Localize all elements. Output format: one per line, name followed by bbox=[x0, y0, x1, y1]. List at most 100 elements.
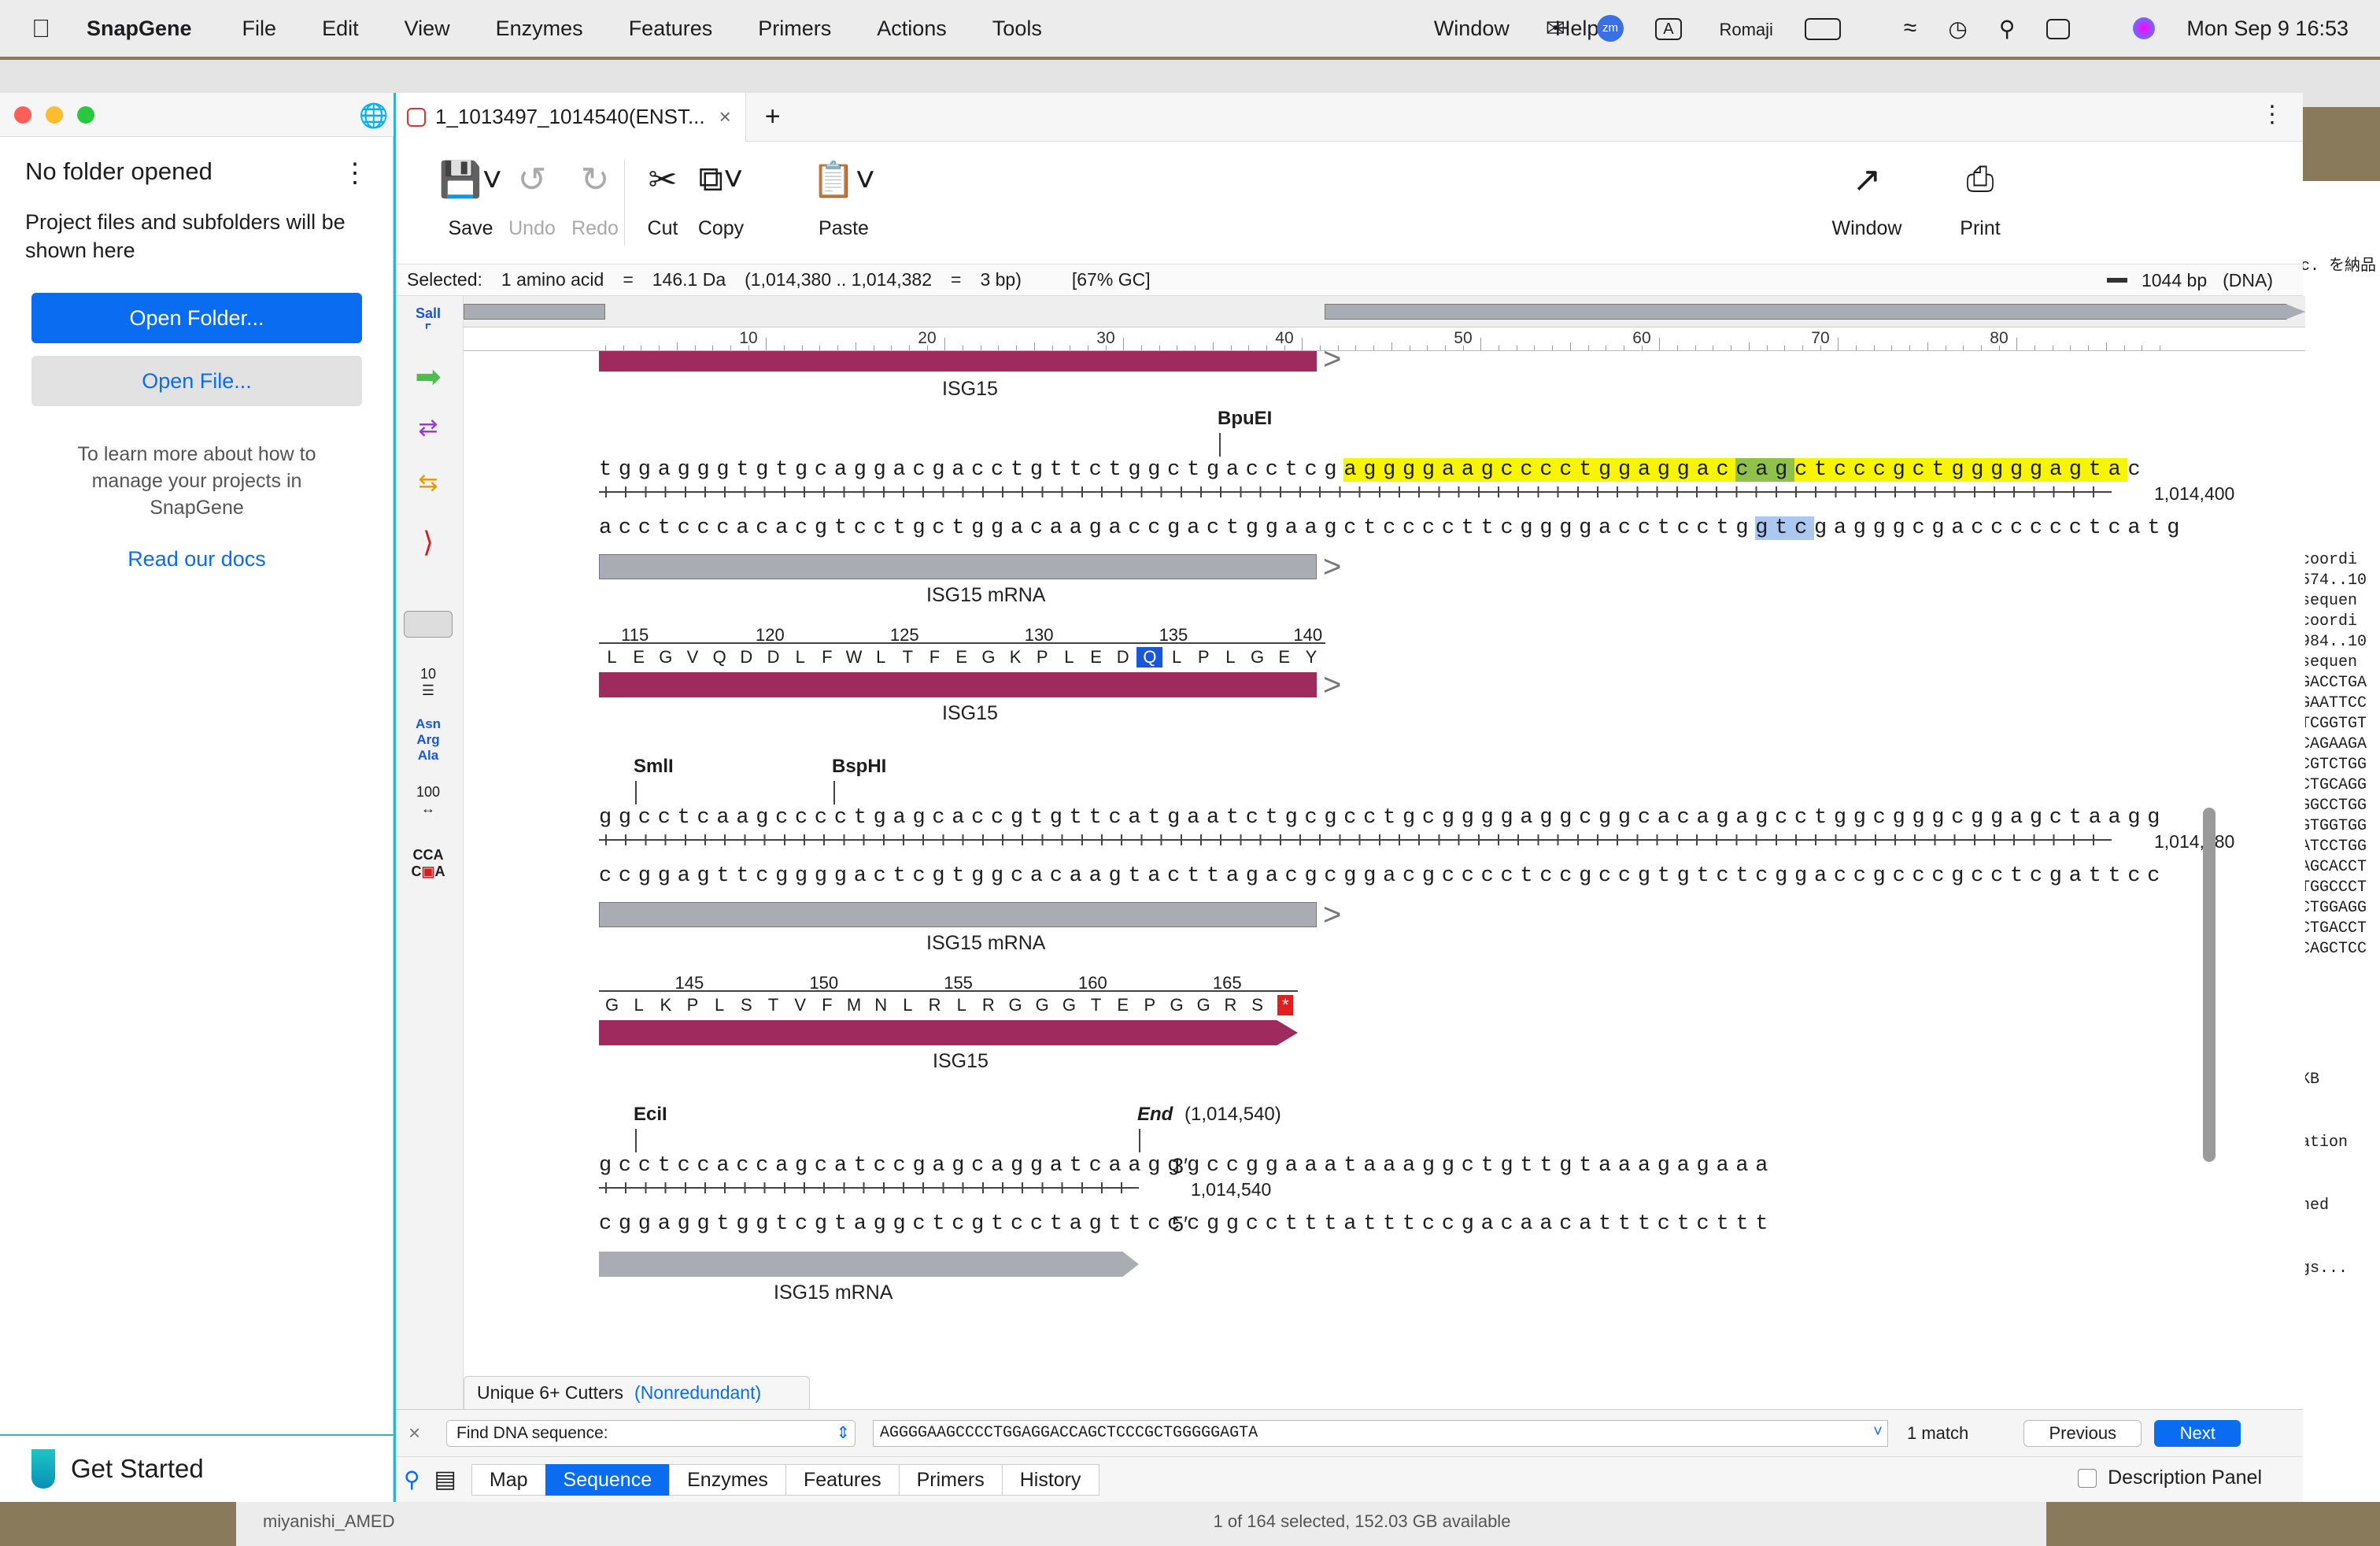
time-machine-icon[interactable]: ◷ bbox=[1948, 16, 1967, 42]
sequence-view[interactable]: > ISG15 BpuEI tggagggtgtgcaggacgacctgttc… bbox=[464, 351, 2305, 1340]
menu-view[interactable]: View bbox=[405, 17, 450, 41]
overview-segment-left[interactable] bbox=[464, 304, 605, 320]
amino-acid[interactable]: G bbox=[652, 647, 678, 668]
menu-enzymes[interactable]: Enzymes bbox=[496, 17, 583, 41]
globe-icon[interactable]: 🌐 bbox=[359, 102, 388, 130]
amino-acid[interactable]: T bbox=[895, 647, 921, 668]
zoom-window-icon[interactable] bbox=[77, 106, 94, 124]
features-toggle-icon[interactable]: ➡ bbox=[404, 359, 453, 398]
amino-acid[interactable]: G bbox=[1191, 995, 1217, 1015]
tab-map[interactable]: Map bbox=[471, 1463, 546, 1496]
wifi-icon[interactable]: ≈ bbox=[1904, 15, 1916, 42]
bottom-strand[interactable]: ccggagttcggggactcgtggcacaagtacttagacgcgg… bbox=[599, 864, 2167, 888]
amino-acid[interactable]: G bbox=[599, 995, 625, 1015]
finder-folder-label[interactable]: miyanishi_AMED bbox=[263, 1511, 395, 1532]
top-strand[interactable]: ggcctcaagcccctgagcaccgtgttcatgaatctgcgcc… bbox=[599, 806, 2167, 830]
cds-feature-bar[interactable] bbox=[599, 1020, 1298, 1045]
menubar-clock[interactable]: Mon Sep 9 16:53 bbox=[2186, 17, 2349, 41]
complement-toggle-icon[interactable]: CCA C▣A bbox=[404, 847, 453, 886]
close-tab-icon[interactable]: × bbox=[719, 105, 731, 129]
next-match-button[interactable]: Next bbox=[2154, 1419, 2241, 1447]
enzyme-toggle-icon[interactable]: SalI ⌜ bbox=[404, 305, 453, 345]
amino-acid[interactable]: L bbox=[948, 995, 974, 1015]
menu-actions[interactable]: Actions bbox=[877, 17, 947, 41]
amino-acid[interactable]: K bbox=[1003, 647, 1029, 668]
alignment-toggle-icon[interactable] bbox=[404, 611, 453, 638]
open-folder-button[interactable]: Open Folder... bbox=[31, 293, 362, 343]
menu-tools[interactable]: Tools bbox=[992, 17, 1042, 41]
enzyme-site-smli[interactable]: SmlI bbox=[634, 756, 674, 778]
mrna-feature-bar[interactable] bbox=[599, 1252, 1139, 1277]
amino-acid[interactable]: G bbox=[1029, 995, 1055, 1015]
amino-acid[interactable]: M bbox=[841, 995, 867, 1015]
amino-acid[interactable]: V bbox=[787, 995, 813, 1015]
scroll-thumb[interactable] bbox=[2203, 808, 2216, 1162]
open-file-button[interactable]: Open File... bbox=[31, 356, 362, 406]
menu-window[interactable]: Window bbox=[1434, 17, 1510, 41]
copy-button[interactable]: ⧉˅ Copy bbox=[678, 157, 764, 240]
top-strand[interactable]: tggagggtgtgcaggacgacctgttctggctgacctcgag… bbox=[599, 458, 2147, 482]
new-tab-button[interactable]: + bbox=[765, 102, 781, 132]
amino-acid[interactable]: G bbox=[1003, 995, 1029, 1015]
amino-acid[interactable]: P bbox=[1191, 647, 1217, 668]
find-mode-select[interactable]: Find DNA sequence: ⇕ bbox=[446, 1419, 856, 1447]
amino-acid[interactable]: E bbox=[1083, 647, 1109, 668]
amino-acid[interactable]: E bbox=[1271, 647, 1297, 668]
vertical-scrollbar[interactable] bbox=[2203, 808, 2216, 1162]
cds-feature-label[interactable]: ISG15 bbox=[942, 378, 998, 401]
menu-file[interactable]: File bbox=[242, 17, 277, 41]
amino-acid[interactable]: R bbox=[1218, 995, 1244, 1015]
cds-feature-label[interactable]: ISG15 bbox=[942, 702, 998, 725]
amino-acid[interactable]: P bbox=[1136, 995, 1162, 1015]
enzyme-site-bsphi[interactable]: BspHI bbox=[832, 756, 886, 778]
enzyme-site-ecii[interactable]: EciI bbox=[634, 1104, 667, 1126]
amino-acid[interactable]: L bbox=[1164, 647, 1190, 668]
mrna-feature-label[interactable]: ISG15 mRNA bbox=[926, 932, 1045, 955]
minimize-window-icon[interactable] bbox=[46, 106, 63, 124]
control-center-icon[interactable] bbox=[2046, 17, 2101, 41]
bottom-strand[interactable]: acctcccacacgtcctgctggacaagaccgactggaagct… bbox=[599, 516, 2186, 540]
outlook-icon[interactable]: ✉ bbox=[1546, 15, 1565, 43]
sequence-overview-bar[interactable] bbox=[464, 296, 2305, 327]
close-window-icon[interactable] bbox=[14, 106, 31, 124]
overview-segment-right[interactable] bbox=[1325, 304, 2305, 320]
mrna-feature-bar[interactable] bbox=[599, 554, 1317, 579]
amino-acid[interactable]: Q bbox=[1136, 647, 1163, 668]
amino-acid[interactable]: R bbox=[922, 995, 948, 1015]
spotlight-search-icon[interactable]: ⚲ bbox=[1999, 16, 2016, 42]
enzyme-set-mode[interactable]: (Nonredundant) bbox=[634, 1382, 761, 1404]
read-docs-link[interactable]: Read our docs bbox=[47, 547, 346, 571]
amino-acid[interactable]: L bbox=[707, 995, 733, 1015]
origin-toggle-icon[interactable]: ⟩ bbox=[404, 526, 453, 565]
amino-acid[interactable]: T bbox=[760, 995, 786, 1015]
tab-enzymes[interactable]: Enzymes bbox=[669, 1463, 786, 1496]
amino-acid[interactable]: L bbox=[787, 647, 813, 668]
amino-acid[interactable]: F bbox=[922, 647, 948, 668]
amino-acid[interactable]: L bbox=[1056, 647, 1082, 668]
amino-acid[interactable]: G bbox=[1164, 995, 1190, 1015]
amino-acid[interactable]: K bbox=[652, 995, 678, 1015]
description-panel-toggle[interactable]: Description Panel bbox=[2078, 1466, 2262, 1489]
amino-acid[interactable]: P bbox=[680, 995, 706, 1015]
document-tab[interactable]: 1_1013497_1014540(ENST... × bbox=[396, 92, 746, 142]
amino-acid[interactable]: E bbox=[626, 647, 652, 668]
previous-match-button[interactable]: Previous bbox=[2023, 1419, 2142, 1447]
translation-toggle-icon[interactable]: Asn Arg Ala bbox=[404, 716, 453, 763]
mrna-feature-bar[interactable] bbox=[599, 902, 1317, 927]
ruler-toggle-icon[interactable]: 100 ↔ bbox=[404, 784, 453, 823]
tab-history[interactable]: History bbox=[1001, 1463, 1099, 1496]
amino-acid[interactable]: F bbox=[814, 647, 840, 668]
amino-acid[interactable]: E bbox=[948, 647, 974, 668]
amino-acid[interactable]: G bbox=[975, 647, 1001, 668]
description-panel-checkbox[interactable] bbox=[2078, 1468, 2097, 1488]
amino-acid[interactable]: D bbox=[734, 647, 759, 668]
menu-primers[interactable]: Primers bbox=[758, 17, 831, 41]
amino-acid[interactable]: V bbox=[680, 647, 706, 668]
amino-acid[interactable]: L bbox=[868, 647, 894, 668]
amino-acid[interactable]: E bbox=[1110, 995, 1136, 1015]
get-started-button[interactable]: Get Started bbox=[0, 1434, 394, 1502]
primers-toggle-icon[interactable]: ⇄ bbox=[404, 414, 453, 453]
amino-acid[interactable]: L bbox=[895, 995, 921, 1015]
amino-acid[interactable]: L bbox=[599, 647, 625, 668]
amino-acid[interactable]: Q bbox=[707, 647, 733, 668]
